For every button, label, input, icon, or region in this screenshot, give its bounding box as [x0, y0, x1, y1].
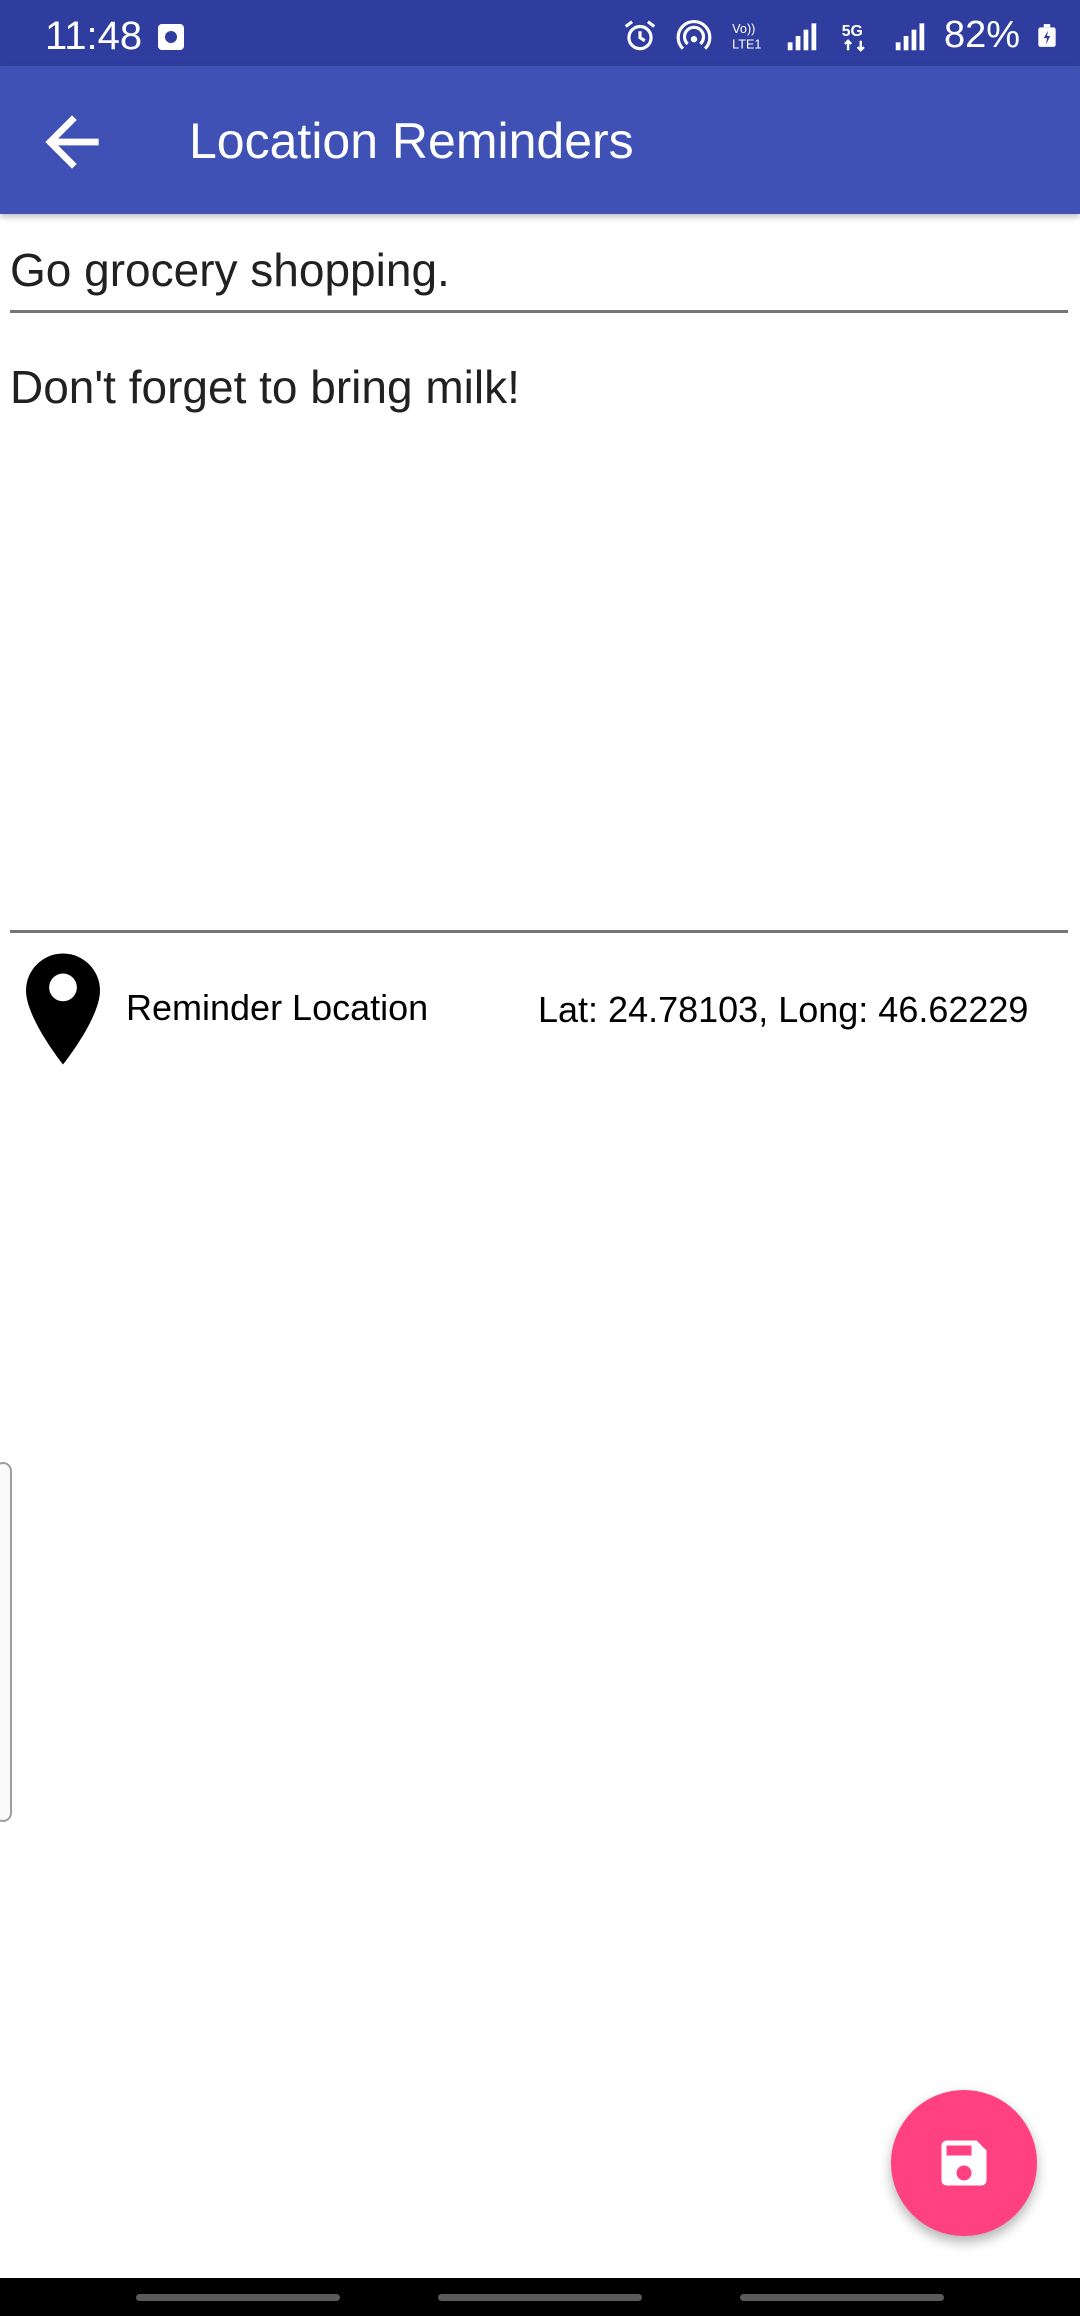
- svg-text:LTE1: LTE1: [732, 37, 761, 51]
- svg-text:5G: 5G: [842, 23, 863, 40]
- status-time: 11:48: [45, 14, 143, 58]
- volte-icon: Vo)) LTE1: [732, 21, 761, 51]
- reminder-description-input[interactable]: Don't forget to bring milk!: [10, 350, 1068, 933]
- app-bar: Location Reminders: [0, 66, 1080, 214]
- hotspot-icon: [676, 19, 712, 50]
- arrow-back-icon: [45, 115, 99, 169]
- svg-text:Vo)): Vo)): [732, 21, 755, 35]
- edge-panel-handle[interactable]: [0, 1462, 12, 1822]
- reminder-location-label: Reminder Location: [126, 987, 429, 1028]
- reminder-title-input[interactable]: [10, 230, 1068, 313]
- page-title: Location Reminders: [189, 113, 634, 169]
- battery-percentage: 82%: [943, 14, 1020, 56]
- notification-app-icon: [158, 24, 184, 50]
- map-pin-icon: [26, 953, 100, 1065]
- save-icon: [941, 2140, 987, 2186]
- signal-icon: [895, 22, 925, 50]
- battery-charging-icon: [1038, 23, 1056, 47]
- back-button[interactable]: [32, 102, 112, 182]
- 5g-icon: 5G: [842, 23, 865, 52]
- signal-icon: [787, 22, 817, 50]
- system-nav-bar: [0, 2278, 1080, 2316]
- nav-home-pill[interactable]: [438, 2294, 642, 2301]
- nav-back-pill[interactable]: [740, 2294, 944, 2301]
- status-icons: Vo)) LTE1 5G 82%: [620, 14, 1060, 57]
- status-bar: 11:48 Vo)) LTE1 5G 82%: [0, 0, 1080, 66]
- location-coordinates: Lat: 24.78103, Long: 46.62229: [538, 989, 1029, 1030]
- nav-recents-pill[interactable]: [136, 2294, 340, 2301]
- select-location-row[interactable]: Reminder Location Lat: 24.78103, Long: 4…: [0, 945, 1080, 1075]
- alarm-icon: [624, 19, 656, 50]
- save-reminder-button[interactable]: [891, 2090, 1037, 2236]
